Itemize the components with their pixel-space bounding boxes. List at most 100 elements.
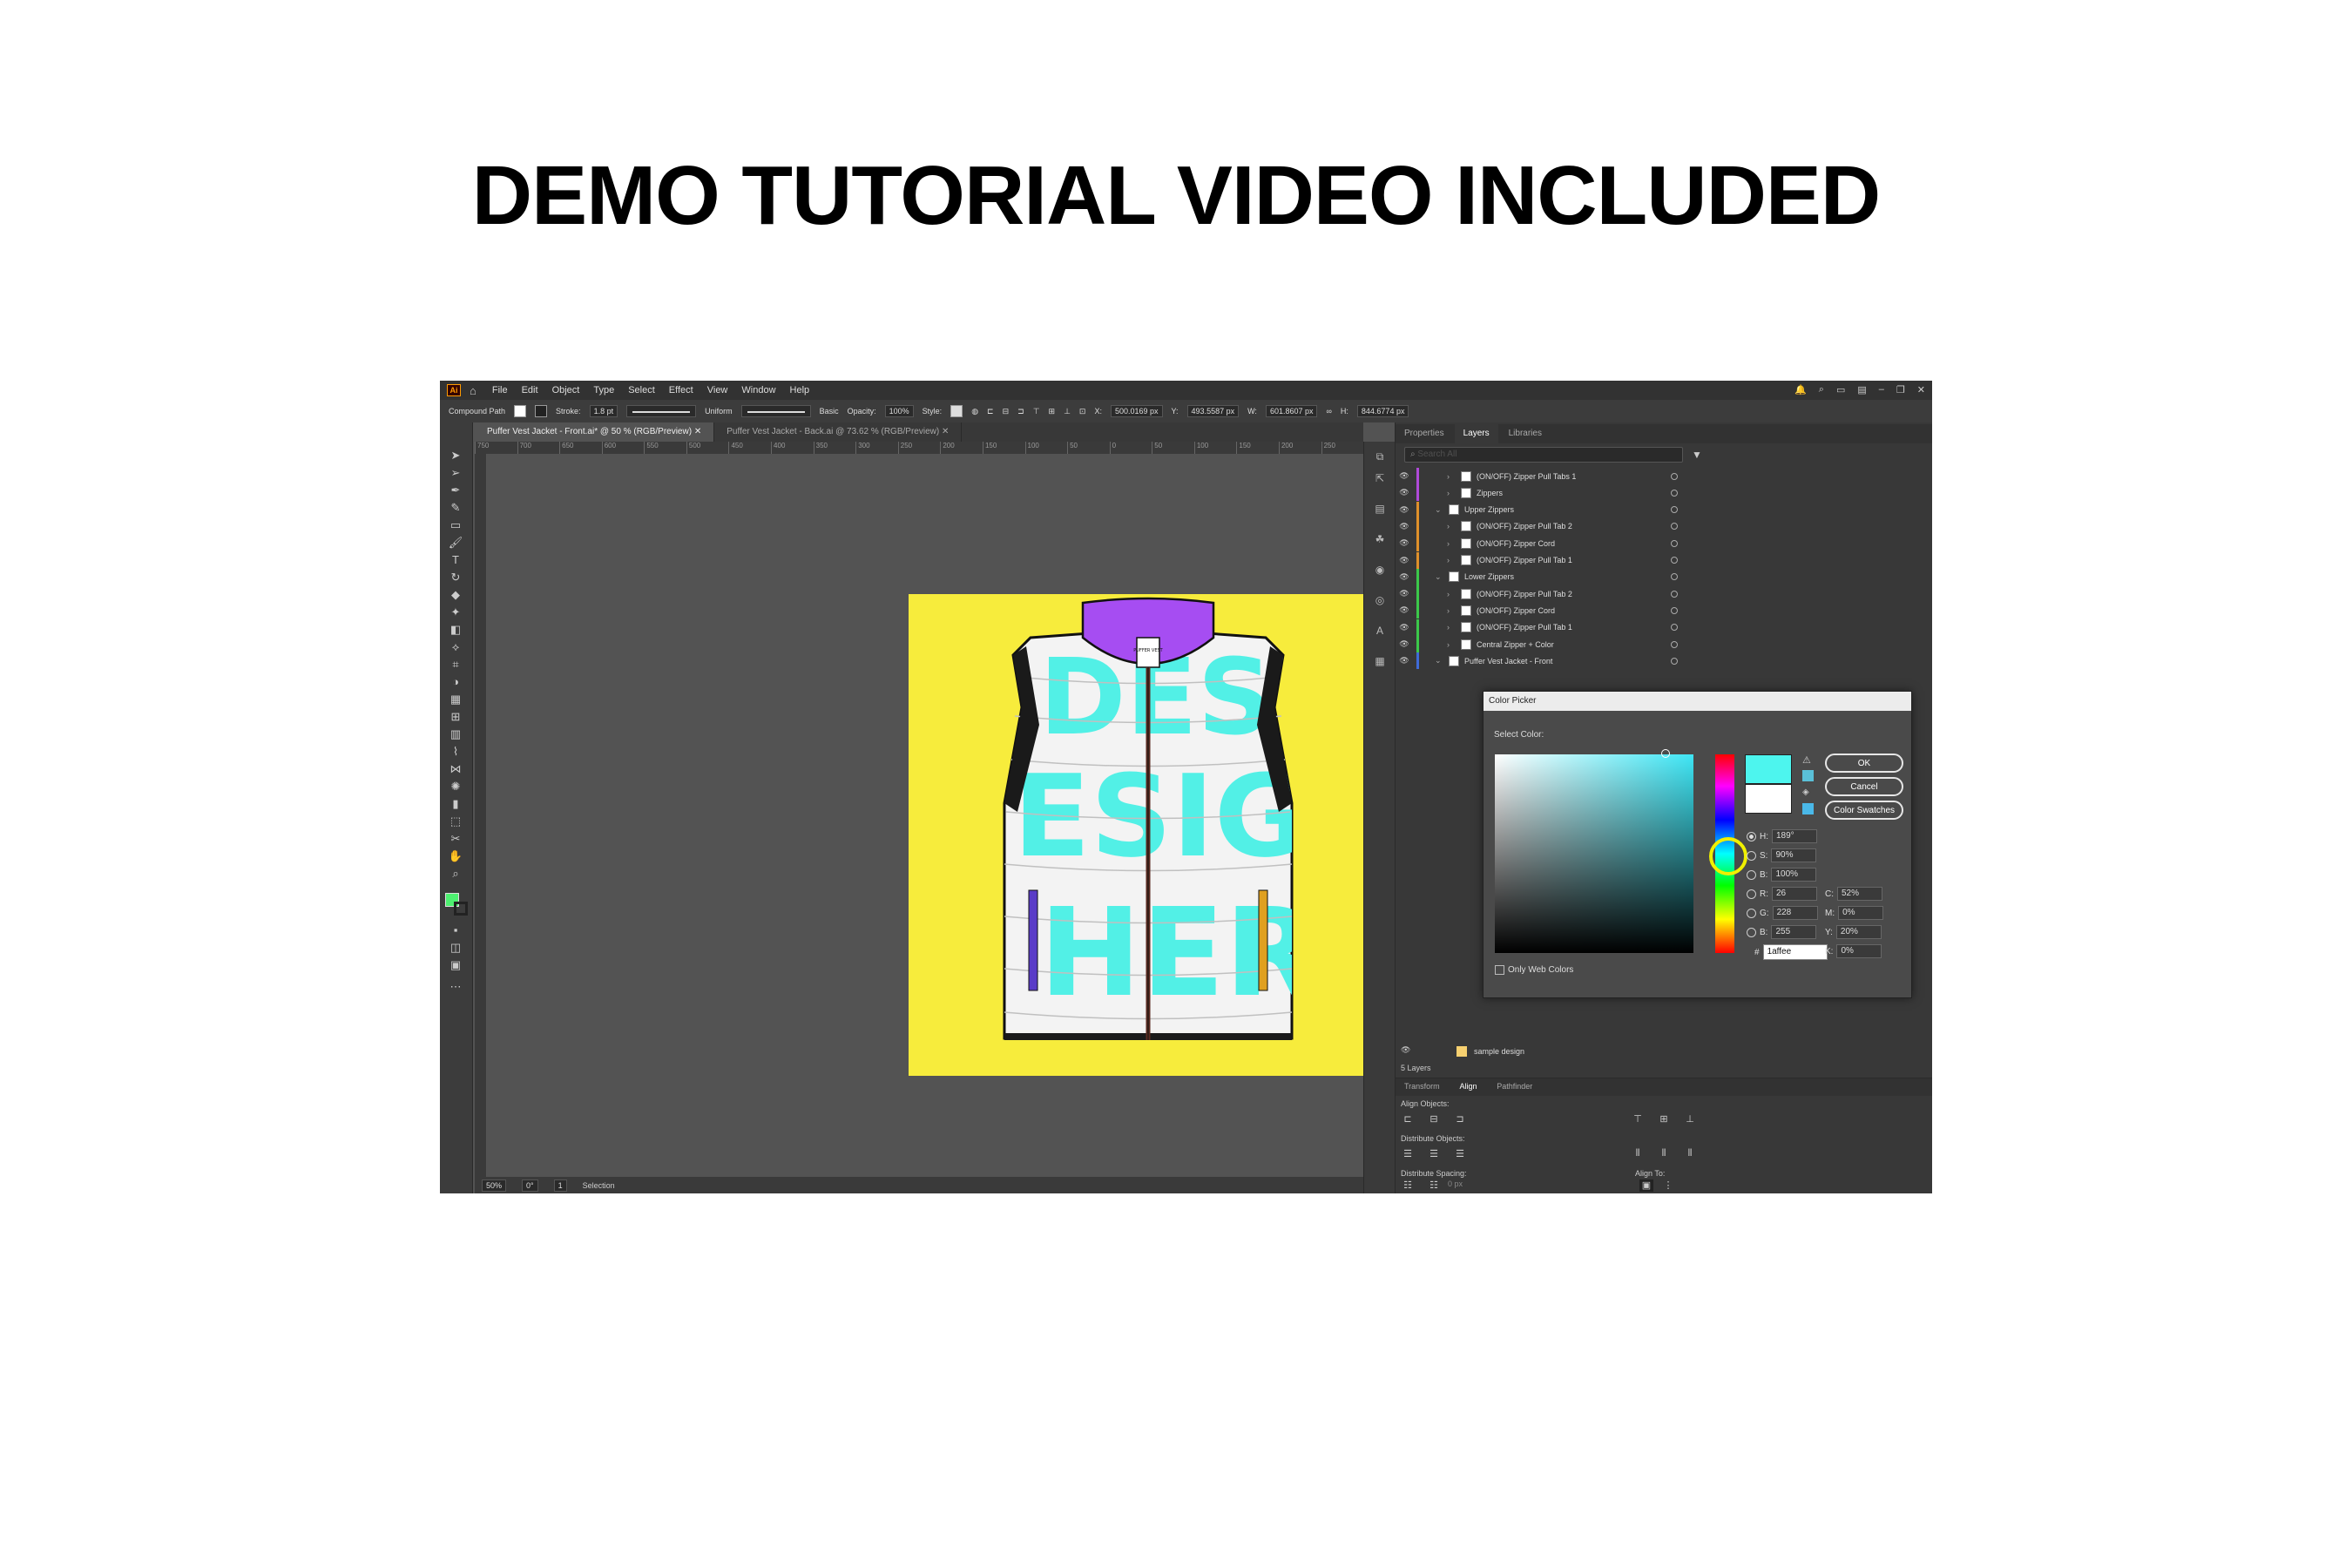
expand-icon[interactable]: › xyxy=(1447,472,1456,481)
artboard-field[interactable]: 1 xyxy=(553,1179,567,1192)
slice-tool-icon[interactable]: ✂ xyxy=(448,832,463,846)
layer-row[interactable]: 👁 › (ON/OFF) Zipper Pull Tab 1 xyxy=(1396,618,1709,636)
layer-row[interactable]: 👁 › (ON/OFF) Zipper Pull Tabs 1 xyxy=(1396,468,1709,484)
variable-width-profile[interactable] xyxy=(626,405,697,417)
type-tool-icon[interactable]: T xyxy=(448,553,463,567)
red-field[interactable]: 26 xyxy=(1772,887,1817,901)
expand-icon[interactable]: › xyxy=(1447,522,1456,531)
stroke-swatch[interactable] xyxy=(535,405,548,417)
layer-row[interactable]: 👁 › (ON/OFF) Zipper Pull Tab 2 xyxy=(1396,517,1709,535)
menu-view[interactable]: View xyxy=(707,385,728,395)
layers-search-input[interactable]: ⌕ Search All xyxy=(1404,447,1683,463)
home-icon[interactable]: ⌂ xyxy=(470,384,476,397)
stroke-color-swatch[interactable] xyxy=(454,902,468,916)
saturation-field[interactable]: 90% xyxy=(1771,848,1817,862)
vest-artwork[interactable]: DESIG ESIG HER PUFFER VEST xyxy=(909,594,1389,1076)
tab-pathfinder[interactable]: Pathfinder xyxy=(1488,1078,1541,1094)
green-radio[interactable] xyxy=(1747,908,1756,918)
target-icon[interactable] xyxy=(1671,539,1678,547)
symbol-sprayer-tool-icon[interactable]: ✺ xyxy=(448,780,463,794)
tab-back[interactable]: Puffer Vest Jacket - Back.ai @ 73.62 % (… xyxy=(714,422,963,442)
draw-mode-icon[interactable]: ◫ xyxy=(448,941,463,955)
layer-row[interactable]: 👁 ⌄ Puffer Vest Jacket - Front xyxy=(1396,652,1709,670)
web-safe-warning-icon[interactable]: ◈ xyxy=(1802,787,1814,799)
target-icon[interactable] xyxy=(1671,657,1678,665)
align-right-icon[interactable]: ⊐ xyxy=(1017,407,1024,416)
rotation-field[interactable]: 0° xyxy=(522,1179,538,1192)
ok-button[interactable]: OK xyxy=(1825,754,1903,773)
rotate-tool-icon[interactable]: ↻ xyxy=(448,571,463,585)
mesh-tool-icon[interactable]: ⊞ xyxy=(448,710,463,724)
recolor-icon[interactable]: ◍ xyxy=(971,407,978,416)
appearance-icon[interactable]: ◉ xyxy=(1373,564,1387,578)
restore-icon[interactable]: ❐ xyxy=(1896,384,1905,395)
eye-icon[interactable]: 👁 xyxy=(1396,556,1413,565)
eye-icon[interactable]: 👁 xyxy=(1396,605,1413,615)
h-field[interactable]: 844.6774 px xyxy=(1356,405,1409,417)
eye-icon[interactable]: 👁 xyxy=(1396,471,1413,481)
zoom-field[interactable]: 50% xyxy=(482,1179,507,1192)
screen-mode-icon[interactable]: ▣ xyxy=(448,958,463,972)
align-left-icon[interactable]: ⊏ xyxy=(987,407,994,416)
libraries-icon[interactable]: ▤ xyxy=(1373,503,1387,517)
target-icon[interactable] xyxy=(1671,640,1678,648)
color-swatches-button[interactable]: Color Swatches xyxy=(1825,801,1903,820)
shape-builder-tool-icon[interactable]: ◑ xyxy=(448,675,463,689)
expand-icon[interactable]: › xyxy=(1447,640,1456,649)
vertical-spacing-icon[interactable]: ☷ xyxy=(1401,1179,1415,1192)
expand-icon[interactable]: › xyxy=(1447,623,1456,632)
eye-icon[interactable]: 👁 xyxy=(1396,656,1413,666)
align-hcenter-icon[interactable]: ⊟ xyxy=(1427,1113,1441,1125)
expand-icon[interactable]: › xyxy=(1447,590,1456,598)
layer-row[interactable]: 👁 › Zippers xyxy=(1396,484,1709,502)
close-icon[interactable]: ✕ xyxy=(694,427,701,436)
filter-icon[interactable]: ▼ xyxy=(1692,449,1702,461)
eye-icon[interactable]: 👁 xyxy=(1396,639,1413,649)
width-tool-icon[interactable]: ⟡ xyxy=(448,640,463,654)
layer-row[interactable]: 👁 ⌄ Lower Zippers xyxy=(1396,568,1709,585)
free-transform-tool-icon[interactable]: ⌗ xyxy=(448,658,463,672)
artboard-tool-icon[interactable]: ⬚ xyxy=(448,814,463,828)
link-icon[interactable]: ∞ xyxy=(1326,407,1331,416)
perspective-grid-tool-icon[interactable]: ▦ xyxy=(448,693,463,706)
left-pocket-zipper[interactable] xyxy=(1028,889,1038,991)
export-icon[interactable]: ⇱ xyxy=(1373,472,1387,486)
layer-row[interactable]: 👁 › Central Zipper + Color xyxy=(1396,636,1709,652)
align-right-icon[interactable]: ⊐ xyxy=(1453,1113,1467,1125)
character-icon[interactable]: A xyxy=(1373,625,1387,639)
layer-row-sample-design[interactable]: 👁 sample design xyxy=(1396,1043,1932,1060)
menu-edit[interactable]: Edit xyxy=(522,385,538,395)
swatches-icon[interactable]: ▦ xyxy=(1373,655,1387,669)
cyan-field[interactable]: 52% xyxy=(1837,887,1882,901)
distribute-bottom-icon[interactable]: ☰ xyxy=(1453,1148,1467,1160)
expand-icon[interactable]: ⌄ xyxy=(1435,656,1443,666)
expand-icon[interactable]: › xyxy=(1447,539,1456,548)
layer-row[interactable]: 👁 › (ON/OFF) Zipper Cord xyxy=(1396,535,1709,552)
distribute-left-icon[interactable]: ⫴ xyxy=(1631,1148,1645,1160)
distribute-right-icon[interactable]: ⫴ xyxy=(1683,1148,1697,1160)
align-vcenter-icon[interactable]: ⊞ xyxy=(1657,1113,1671,1125)
arrange-icon[interactable]: ▤ xyxy=(1857,384,1866,395)
minimize-icon[interactable]: – xyxy=(1879,384,1884,395)
scale-tool-icon[interactable]: ◧ xyxy=(448,623,463,637)
hue-radio[interactable] xyxy=(1747,831,1756,841)
target-icon[interactable] xyxy=(1671,573,1678,581)
menu-window[interactable]: Window xyxy=(741,385,775,395)
target-icon[interactable] xyxy=(1671,506,1678,514)
blue-radio[interactable] xyxy=(1747,927,1756,937)
pen-tool-icon[interactable]: ✒ xyxy=(448,483,463,497)
more-tools-icon[interactable]: ⋯ xyxy=(448,980,463,994)
selection-tool-icon[interactable]: ➤ xyxy=(448,449,463,463)
align-to-artboard-icon[interactable]: ▣ xyxy=(1639,1179,1653,1192)
expand-icon[interactable]: › xyxy=(1447,606,1456,615)
color-mode-icon[interactable]: ▪ xyxy=(448,923,463,937)
align-bottom-icon[interactable]: ⊥ xyxy=(1064,407,1071,416)
align-top-icon[interactable]: ⊤ xyxy=(1033,407,1040,416)
red-radio[interactable] xyxy=(1747,889,1756,899)
eye-icon[interactable]: 👁 xyxy=(1396,505,1413,515)
w-field[interactable]: 601.8607 px xyxy=(1265,405,1318,417)
graphic-styles-icon[interactable]: ◎ xyxy=(1373,594,1387,608)
tab-transform[interactable]: Transform xyxy=(1396,1078,1449,1094)
artboards-icon[interactable]: ⧉ xyxy=(1373,450,1387,464)
layer-row[interactable]: 👁 ⌄ Upper Zippers xyxy=(1396,501,1709,518)
